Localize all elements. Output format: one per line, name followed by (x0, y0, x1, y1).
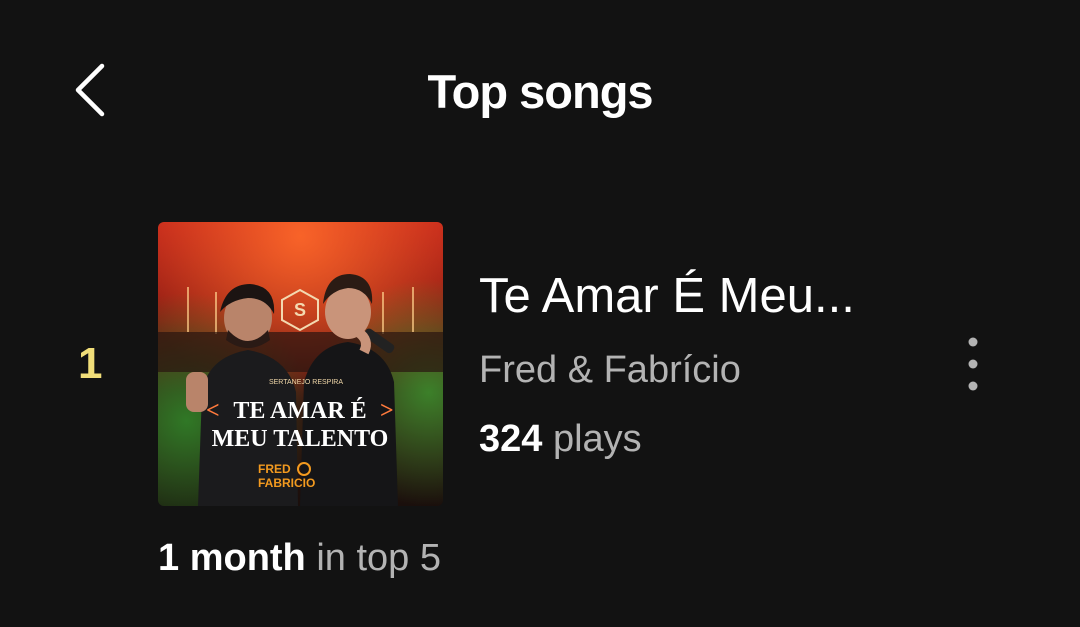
track-artist[interactable]: Fred & Fabrício (479, 345, 741, 395)
track-rank: 1 (78, 339, 103, 388)
more-options-button[interactable] (950, 330, 996, 400)
top-duration-stat: 1 month in top 5 (158, 533, 441, 583)
cover-eyebrow: SERTANEJO RESPIRA (269, 379, 343, 386)
svg-text:>: > (380, 398, 394, 424)
track-title[interactable]: Te Amar É Meu... (479, 266, 899, 326)
album-art-image: S SERTANEJO RESPIRA < > TE AMAR É MEU TA… (158, 222, 443, 506)
cover-artist-logo-1: FRED (258, 462, 291, 476)
cover-title-line2: MEU TALENTO (212, 426, 389, 452)
album-cover[interactable]: S SERTANEJO RESPIRA < > TE AMAR É MEU TA… (158, 222, 443, 506)
cover-title-line1: TE AMAR É (233, 398, 366, 424)
duration-value: 1 month (158, 537, 306, 579)
svg-text:S: S (294, 300, 306, 320)
svg-text:<: < (206, 398, 220, 424)
page-title: Top songs (427, 65, 653, 118)
more-vertical-icon (968, 337, 978, 391)
plays-unit: plays (552, 418, 642, 460)
cover-artist-logo-2: FABRICIO (258, 476, 315, 490)
track-plays: 324 plays (479, 414, 642, 464)
duration-suffix: in top 5 (316, 537, 441, 579)
plays-count: 324 (479, 418, 543, 460)
